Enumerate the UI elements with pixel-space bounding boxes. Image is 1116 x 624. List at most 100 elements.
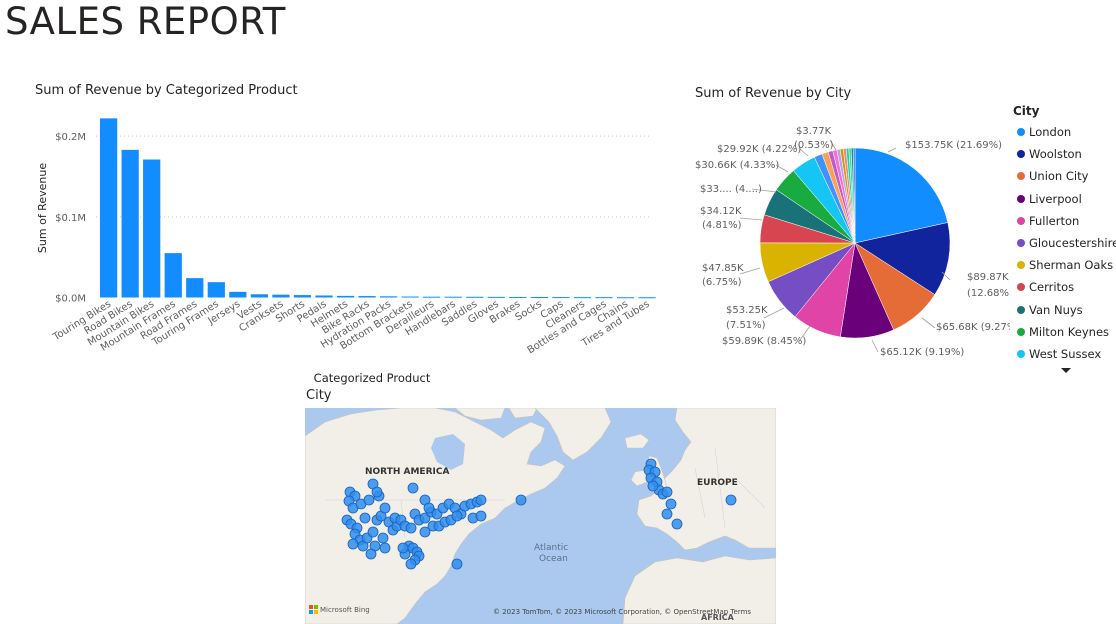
map-canvas[interactable]: NORTH AMERICA EUROPE Atlantic Ocean AFRI…: [305, 408, 776, 624]
bar-tires-and-tubes[interactable]: [638, 297, 656, 299]
pie-data-label: $30.66K (4.33%): [695, 160, 779, 171]
legend-item-west-sussex[interactable]: West Sussex: [1013, 347, 1116, 369]
legend-color-icon: [1017, 150, 1025, 159]
pie-data-label: $65.68K (9.27%): [936, 322, 1010, 333]
city-bubble[interactable]: [671, 518, 683, 530]
city-bubble[interactable]: [367, 526, 379, 538]
bar-bottles-and-cages[interactable]: [595, 297, 613, 299]
bar-vests[interactable]: [250, 294, 268, 298]
map-label-ocean-1: Atlantic: [534, 543, 568, 553]
pie-data-label: $3.77K: [796, 126, 832, 137]
bar-saddles[interactable]: [466, 296, 484, 298]
legend-item-fullerton[interactable]: Fullerton: [1013, 214, 1116, 236]
city-bubble[interactable]: [363, 494, 375, 506]
legend-item-van-nuys[interactable]: Van Nuys: [1013, 303, 1116, 325]
bar-brakes[interactable]: [509, 296, 527, 298]
pie-data-label: $59.89K (8.45%): [722, 336, 806, 347]
bar-road-frames[interactable]: [186, 278, 204, 298]
city-bubble[interactable]: [423, 502, 435, 514]
city-bubble[interactable]: [665, 498, 677, 510]
bar-shorts[interactable]: [293, 295, 312, 298]
bing-logo: Microsoft Bing: [309, 605, 370, 614]
city-bubble[interactable]: [419, 526, 431, 538]
map-label-ocean-2: Ocean: [539, 554, 568, 564]
bar-mountain-frames[interactable]: [164, 253, 182, 298]
bar-gloves[interactable]: [487, 296, 505, 298]
city-bubble[interactable]: [451, 510, 463, 522]
bar-helmets[interactable]: [336, 295, 355, 298]
legend-items: London Woolston Union City Liverpool Fullert…: [1013, 125, 1116, 369]
map-copyright[interactable]: © 2023 TomTom, © 2023 Microsoft Corporat…: [493, 608, 751, 616]
city-bubble[interactable]: [379, 502, 391, 514]
bar-hydration-packs[interactable]: [380, 296, 398, 298]
legend-item-gloucestershire[interactable]: Gloucestershire: [1013, 236, 1116, 258]
legend-item-woolston[interactable]: Woolston: [1013, 147, 1116, 169]
city-bubble[interactable]: [515, 494, 527, 506]
bar-touring-frames[interactable]: [207, 282, 225, 298]
pie-data-label: (4.81%): [702, 220, 742, 231]
bar-derailleurs[interactable]: [423, 296, 441, 298]
pie-data-label: $153.75K (21.69%): [905, 140, 1002, 151]
city-bubble[interactable]: [647, 480, 659, 492]
bar-bike-racks[interactable]: [358, 296, 376, 298]
pie-data-label: (7.51%): [726, 320, 766, 331]
legend-color-icon: [1017, 261, 1025, 270]
legend-item-liverpool[interactable]: Liverpool: [1013, 192, 1116, 214]
city-bubble[interactable]: [359, 512, 371, 524]
pie-leader-line: [739, 217, 763, 221]
city-bubble[interactable]: [405, 522, 417, 534]
legend-item-sherman-oaks[interactable]: Sherman Oaks: [1013, 258, 1116, 280]
city-bubble[interactable]: [661, 508, 673, 520]
city-bubble[interactable]: [407, 482, 419, 494]
city-bubble[interactable]: [475, 494, 487, 506]
bar-chart[interactable]: $0.0M$0.1M$0.2MSum of RevenueTouring Bik…: [0, 100, 660, 390]
city-bubble[interactable]: [371, 486, 383, 498]
city-bubble[interactable]: [377, 532, 389, 544]
legend-label: West Sussex: [1029, 346, 1102, 361]
map-land-iceland: [624, 433, 650, 449]
city-bubble[interactable]: [379, 542, 391, 554]
legend-item-cerritos[interactable]: Cerritos: [1013, 280, 1116, 302]
city-bubble[interactable]: [661, 486, 673, 498]
legend-item-union-city[interactable]: Union City: [1013, 169, 1116, 191]
bar-road-bikes[interactable]: [121, 149, 139, 298]
legend-color-icon: [1017, 194, 1025, 203]
legend-color-icon: [1017, 305, 1025, 314]
legend-scroll-down-icon[interactable]: [1061, 368, 1071, 373]
legend-item-milton-keynes[interactable]: Milton Keynes: [1013, 325, 1116, 347]
map-label-north-america: NORTH AMERICA: [365, 467, 449, 477]
city-bubble[interactable]: [405, 558, 417, 570]
city-bubble[interactable]: [365, 548, 377, 560]
bar-cleaners[interactable]: [573, 297, 592, 299]
map-title: City: [306, 388, 332, 403]
bar-handlebars[interactable]: [444, 296, 462, 298]
city-bubble[interactable]: [475, 510, 487, 522]
bar-socks[interactable]: [530, 297, 548, 299]
bar-bottom-brackets[interactable]: [401, 296, 419, 298]
legend-item-london[interactable]: London: [1013, 125, 1116, 147]
city-bubble[interactable]: [347, 538, 359, 550]
city-bubble[interactable]: [451, 558, 463, 570]
bar-jerseys[interactable]: [229, 291, 247, 298]
pie-data-label: $34.12K: [700, 206, 742, 217]
pie-leader-line: [887, 147, 897, 153]
bar-caps[interactable]: [552, 297, 570, 299]
y-axis-label: Sum of Revenue: [36, 163, 49, 253]
legend-color-icon: [1017, 128, 1025, 136]
pie-data-label: $33.... (4....): [700, 184, 762, 195]
city-bubble[interactable]: [397, 542, 409, 554]
bar-touring-bikes[interactable]: [100, 118, 118, 298]
legend-label: Cerritos: [1029, 280, 1075, 295]
pie-data-label: $53.25K: [726, 305, 768, 316]
bar-pedals[interactable]: [315, 295, 333, 298]
pie-chart[interactable]: $153.75K (21.69%) $89.87K (12.68%) $65.68K …: [660, 100, 1010, 370]
x-axis-label: Categorized Product: [314, 371, 431, 385]
city-bubble[interactable]: [725, 494, 737, 506]
city-map[interactable]: NORTH AMERICA EUROPE Atlantic Ocean AFRI…: [305, 408, 776, 624]
bar-cranksets[interactable]: [272, 294, 290, 298]
bar-mountain-bikes[interactable]: [143, 159, 161, 298]
legend-label: London: [1029, 125, 1072, 139]
bar-chains[interactable]: [616, 297, 635, 299]
y-tick-label: $0.1M: [55, 213, 86, 224]
pie-data-label: (6.75%): [702, 277, 742, 288]
